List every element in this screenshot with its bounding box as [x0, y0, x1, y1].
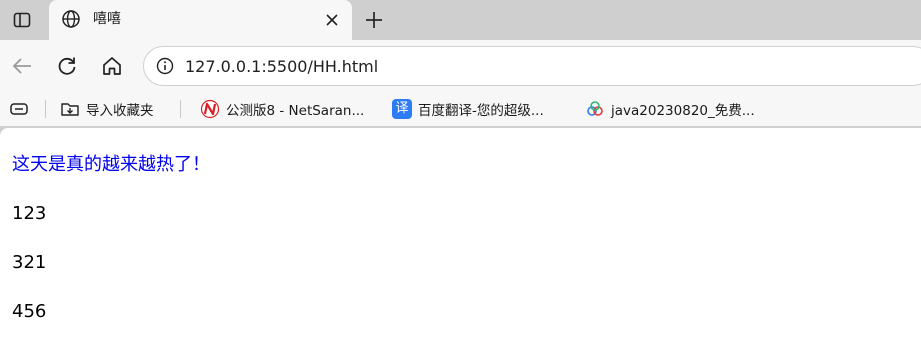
close-icon — [326, 14, 338, 26]
bookmark-java-cloud[interactable]: java20230820_免费... — [585, 92, 755, 126]
tab-strip: 嘻嘻 — [0, 0, 921, 40]
browser-window: 嘻嘻 127.0.0.1:5500/HH.html 导入收藏夹 公测版8 - N… — [0, 0, 921, 342]
back-button[interactable] — [8, 52, 36, 80]
reload-icon — [58, 57, 76, 75]
url-text[interactable]: 127.0.0.1:5500/HH.html — [185, 57, 378, 77]
bookmark-divider — [45, 100, 46, 118]
bookmark-netsarang[interactable]: 公测版8 - NetSaran... — [200, 92, 364, 126]
paragraph-1: 123 — [12, 203, 47, 224]
headline-text: 这天是真的越来越热了！ — [12, 154, 210, 175]
navigation-toolbar: 127.0.0.1:5500/HH.html — [0, 40, 921, 92]
collections-icon — [10, 103, 28, 115]
tab-title: 嘻嘻 — [93, 11, 121, 27]
tab-active[interactable]: 嘻嘻 — [49, 0, 352, 40]
cloud-drive-icon — [585, 99, 605, 119]
bookmark-baidu-translate[interactable]: 译 百度翻译-您的超级... — [392, 92, 544, 126]
tab-actions-icon — [13, 12, 31, 28]
bookmark-label: 导入收藏夹 — [86, 103, 154, 119]
paragraph-3: 456 — [12, 301, 47, 322]
netsarang-icon — [200, 99, 220, 119]
info-icon[interactable] — [156, 57, 174, 75]
baidu-translate-icon: 译 — [392, 99, 412, 119]
page-content: 这天是真的越来越热了！ 123 321 456 — [0, 128, 921, 342]
bookmarks-menu-button[interactable] — [9, 92, 29, 126]
bookmark-divider — [180, 100, 181, 118]
globe-icon — [62, 10, 80, 28]
back-arrow-icon — [12, 58, 31, 74]
home-button[interactable] — [98, 52, 126, 80]
bookmark-label: 公测版8 - NetSaran... — [226, 103, 365, 119]
paragraph-2: 321 — [12, 252, 47, 273]
import-favorites-icon — [60, 99, 80, 119]
bookmarks-bar: 导入收藏夹 公测版8 - NetSaran... 译 百度翻译-您的超级... — [0, 92, 921, 126]
address-bar[interactable]: 127.0.0.1:5500/HH.html — [143, 46, 921, 86]
bookmark-import-favorites[interactable]: 导入收藏夹 — [60, 92, 154, 126]
tab-actions-button[interactable] — [8, 6, 36, 34]
reload-button[interactable] — [53, 52, 81, 80]
bookmark-label: 百度翻译-您的超级... — [418, 103, 544, 119]
new-tab-button[interactable] — [360, 6, 388, 34]
home-icon — [103, 57, 121, 75]
plus-icon — [366, 12, 382, 28]
bookmark-label: java20230820_免费... — [611, 103, 755, 119]
close-tab-button[interactable] — [322, 10, 342, 30]
